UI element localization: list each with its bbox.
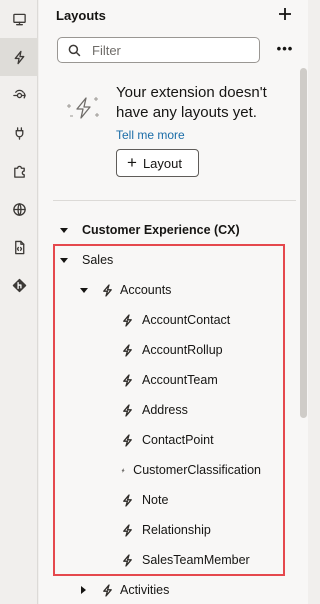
- monitor-icon: [12, 13, 26, 25]
- empty-layouts-illustration-icon: [67, 97, 99, 119]
- lightning-icon: [123, 313, 132, 327]
- git-icon: [12, 278, 26, 292]
- globe-icon: [12, 202, 26, 216]
- vertical-scrollbar[interactable]: [299, 58, 308, 604]
- workflow-icon: [12, 89, 26, 98]
- tree-leaf-label: ContactPoint: [142, 433, 214, 447]
- lightning-icon: [123, 523, 132, 537]
- tree-leaf-customerclassification[interactable]: CustomerClassification: [121, 455, 261, 485]
- search-icon: [68, 44, 81, 57]
- tree-leaf-salesteammember[interactable]: SalesTeamMember: [121, 545, 250, 575]
- tree-leaf-contactpoint[interactable]: ContactPoint: [121, 425, 214, 455]
- code-file-icon: [14, 240, 24, 254]
- chevron-right-icon: [81, 586, 86, 594]
- tree-leaf-accountcontact[interactable]: AccountContact: [121, 305, 230, 335]
- create-layout-label: Layout: [142, 155, 182, 171]
- lightning-icon: [123, 343, 132, 357]
- tree-leaf-accountteam[interactable]: AccountTeam: [121, 365, 218, 395]
- tree-leaf-address[interactable]: Address: [121, 395, 188, 425]
- plus-icon: [279, 8, 291, 20]
- lightning-icon: [123, 403, 132, 417]
- tree-node-label: Accounts: [120, 283, 172, 297]
- more-options-button[interactable]: •••: [275, 42, 295, 58]
- tree-leaf-label: AccountRollup: [142, 343, 223, 357]
- layouts-panel: Layouts ••• Your extension doesn't have …: [39, 0, 308, 604]
- tree-leaf-label: AccountTeam: [142, 373, 218, 387]
- empty-state-message: Your extension doesn't have any layouts …: [116, 84, 267, 121]
- tree-leaf-label: Note: [142, 493, 169, 507]
- tree-leaf-note[interactable]: Note: [121, 485, 168, 515]
- tree-node-cx[interactable]: Customer Experience (CX): [60, 215, 240, 245]
- chevron-down-icon: [60, 257, 68, 263]
- tree-node-label: Activities: [120, 583, 170, 597]
- lightning-icon: [103, 583, 112, 597]
- puzzle-icon: [13, 165, 25, 178]
- tree-leaf-label: AccountContact: [142, 313, 231, 327]
- plug-icon: [15, 126, 23, 140]
- rail-monitor-button[interactable]: [0, 0, 38, 38]
- rail-puzzle-button[interactable]: [0, 152, 38, 190]
- rail-workflow-button[interactable]: [0, 76, 38, 114]
- filter-box: [57, 37, 260, 63]
- activity-rail: [0, 0, 38, 604]
- divider: [53, 200, 296, 201]
- create-layout-button[interactable]: + Layout: [116, 149, 199, 177]
- tree-leaf-label: Relationship: [142, 523, 211, 537]
- rail-layouts-button[interactable]: [0, 38, 38, 76]
- lightning-icon: [121, 468, 125, 472]
- rail-plug-button[interactable]: [0, 114, 38, 152]
- tree-leaf-label: Address: [142, 403, 188, 417]
- filter-input[interactable]: [92, 41, 252, 59]
- panel-title: Layouts: [56, 8, 106, 23]
- lightning-icon: [123, 373, 132, 387]
- add-layout-button[interactable]: [275, 4, 295, 24]
- lightning-icon: [123, 553, 132, 567]
- lightning-icon: [103, 283, 112, 297]
- rail-code-file-button[interactable]: [0, 228, 38, 266]
- rail-globe-button[interactable]: [0, 190, 38, 228]
- tree-leaf-label: CustomerClassification: [133, 463, 261, 477]
- lightning-icon: [123, 493, 132, 507]
- tree-node-label: Sales: [82, 253, 114, 267]
- lightning-icon: [14, 50, 24, 64]
- tree-node-activities[interactable]: Activities: [81, 575, 169, 604]
- chevron-down-icon: [60, 227, 68, 233]
- tree-node-accounts[interactable]: Accounts: [80, 275, 171, 305]
- tell-me-more-link[interactable]: Tell me more: [116, 128, 185, 142]
- scrollbar-thumb[interactable]: [300, 68, 307, 418]
- rail-git-button[interactable]: [0, 266, 38, 304]
- tree-node-label: Customer Experience (CX): [82, 223, 240, 237]
- tree-leaf-accountrollup[interactable]: AccountRollup: [121, 335, 223, 365]
- tree-node-sales[interactable]: Sales: [60, 245, 113, 275]
- tree-leaf-label: SalesTeamMember: [142, 553, 250, 567]
- plus-icon: +: [127, 153, 137, 172]
- tree-leaf-relationship[interactable]: Relationship: [121, 515, 211, 545]
- lightning-icon: [123, 433, 132, 447]
- chevron-down-icon: [80, 287, 88, 293]
